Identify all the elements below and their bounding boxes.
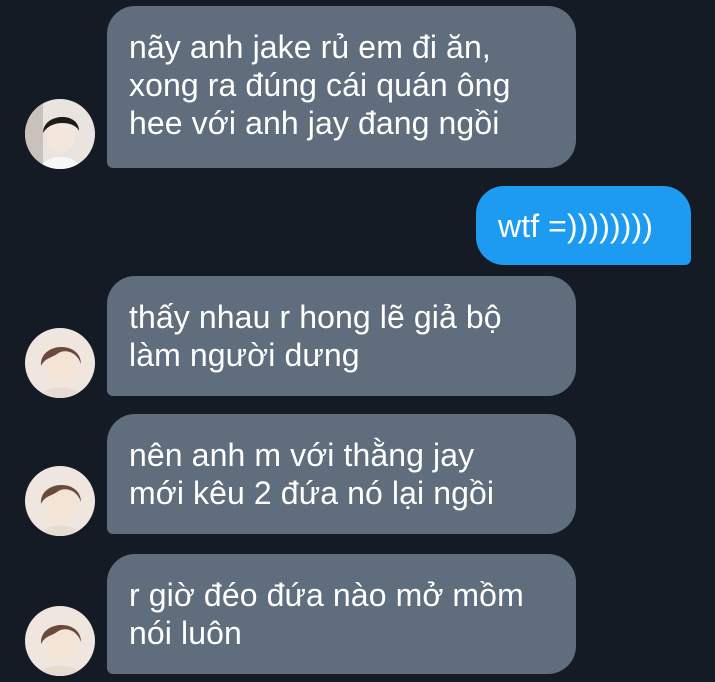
message-bubble-outgoing[interactable]: wtf =)))))))): [476, 186, 691, 265]
message-bubble-incoming[interactable]: nãy anh jake rủ em đi ăn, xong ra đúng c…: [107, 6, 576, 168]
profile-photo-icon: [25, 466, 95, 536]
message-thread: nãy anh jake rủ em đi ăn, xong ra đúng c…: [0, 0, 715, 682]
message-bubble-incoming[interactable]: r giờ đéo đứa nào mở mồm nói luôn: [107, 554, 576, 674]
avatar[interactable]: [25, 606, 95, 676]
avatar[interactable]: [25, 466, 95, 536]
profile-photo-icon: [25, 328, 95, 398]
message-bubble-incoming[interactable]: thấy nhau r hong lẽ giả bộ làm người dưn…: [107, 276, 576, 396]
avatar[interactable]: [25, 99, 95, 169]
profile-photo-icon: [25, 99, 95, 169]
profile-photo-icon: [25, 606, 95, 676]
message-bubble-incoming[interactable]: nên anh m với thằng jay mới kêu 2 đứa nó…: [107, 414, 576, 534]
avatar[interactable]: [25, 328, 95, 398]
